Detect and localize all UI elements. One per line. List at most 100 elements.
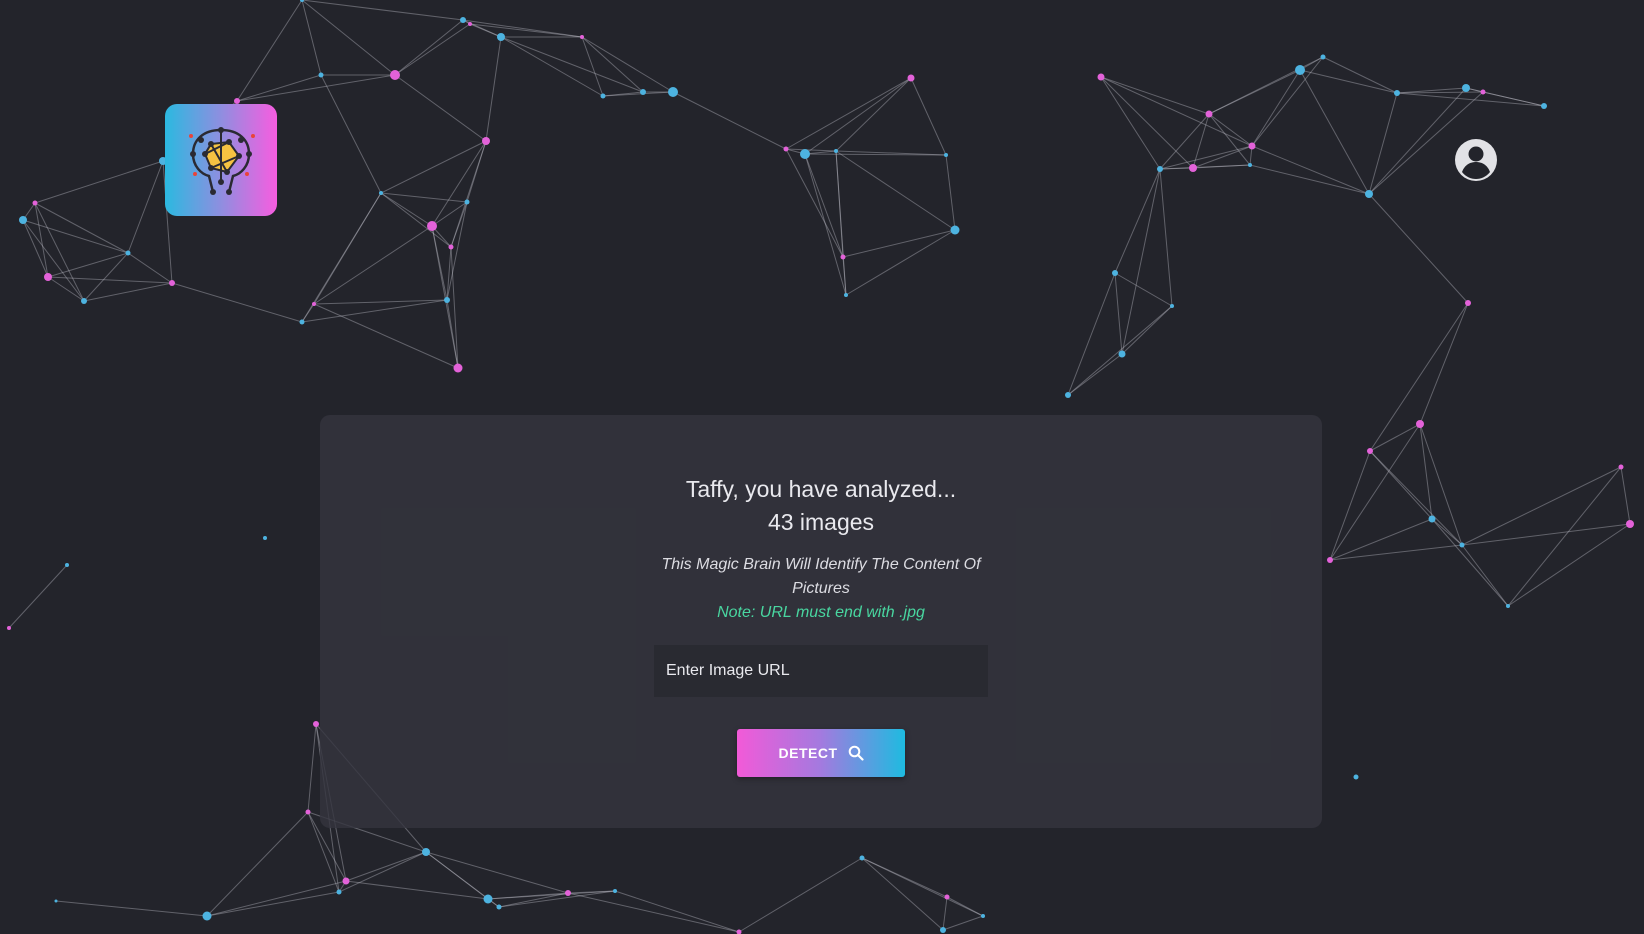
network-edge: [1114, 168, 1161, 274]
user-greeting: Taffy, you have analyzed...: [685, 476, 957, 502]
network-edge: [1299, 69, 1398, 94]
network-node: [1157, 166, 1163, 172]
network-node: [944, 894, 950, 900]
network-node: [1459, 542, 1465, 548]
network-edge: [34, 160, 164, 204]
network-node: [783, 146, 789, 152]
network-edge: [127, 160, 164, 254]
network-edge: [425, 851, 569, 894]
network-edge: [1067, 305, 1173, 396]
network-edge: [1507, 466, 1622, 607]
url-note: Note: URL must end with .jpg: [717, 604, 925, 621]
network-node: [1205, 110, 1213, 118]
network-node: [1295, 65, 1305, 75]
network-node: [202, 911, 212, 921]
network-edge: [301, 0, 464, 21]
search-icon: [848, 745, 864, 761]
network-edge: [394, 19, 464, 76]
network-edge: [307, 723, 317, 813]
network-edge: [431, 140, 487, 227]
network-node: [950, 225, 960, 235]
network-node: [834, 149, 838, 153]
network-edge: [1121, 168, 1161, 355]
network-edge: [1251, 56, 1324, 147]
network-edge: [1369, 302, 1469, 452]
network-edge: [1208, 56, 1324, 115]
network-node: [800, 149, 810, 159]
network-edge: [47, 276, 85, 302]
network-node: [1353, 774, 1359, 780]
network-node: [390, 70, 400, 80]
detect-button-label: DETECT: [778, 745, 838, 761]
network-edge: [500, 36, 644, 93]
network-node: [907, 74, 915, 82]
network-node: [1365, 190, 1373, 198]
network-edge: [206, 880, 347, 917]
network-edge: [301, 0, 322, 76]
network-node: [1541, 103, 1547, 109]
network-edge: [446, 201, 468, 301]
network-edge: [1100, 76, 1194, 169]
network-edge: [738, 857, 863, 933]
network-node: [1248, 142, 1256, 150]
network-node: [940, 927, 946, 933]
network-edge: [1368, 193, 1469, 304]
image-url-input[interactable]: [654, 645, 988, 697]
network-edge: [842, 229, 956, 258]
network-edge: [171, 282, 303, 323]
network-node: [1189, 164, 1197, 172]
network-edge: [1461, 523, 1631, 546]
network-edge: [1482, 91, 1545, 107]
network-node: [1428, 515, 1436, 523]
network-node: [1480, 89, 1486, 95]
detection-panel: Taffy, you have analyzed... 43 images Th…: [320, 415, 1322, 828]
network-node: [944, 153, 948, 157]
network-node: [1618, 464, 1624, 470]
network-node: [844, 293, 848, 297]
network-edge: [942, 915, 984, 931]
network-edge: [581, 36, 674, 93]
network-edge: [1461, 466, 1622, 546]
network-edge: [1159, 113, 1210, 170]
brain-logo: [165, 104, 277, 216]
network-edge: [1322, 56, 1398, 94]
network-node: [981, 914, 985, 918]
network-edge: [785, 148, 844, 258]
network-edge: [1299, 69, 1370, 195]
network-edge: [301, 0, 396, 76]
network-node: [668, 87, 678, 97]
network-edge: [313, 225, 433, 305]
network-edge: [1507, 523, 1631, 607]
network-node: [313, 721, 319, 727]
network-node: [7, 626, 11, 630]
network-node: [444, 297, 450, 303]
network-edge: [804, 77, 912, 155]
profile-avatar-button[interactable]: [1454, 138, 1498, 182]
network-edge: [500, 36, 604, 97]
network-edge: [1192, 164, 1251, 169]
user-account-icon: [1455, 139, 1497, 181]
network-node: [342, 877, 350, 885]
network-node: [1065, 392, 1071, 398]
network-edge: [804, 153, 847, 296]
detect-button[interactable]: DETECT: [737, 729, 905, 777]
network-edge: [34, 202, 49, 278]
network-edge: [835, 150, 847, 296]
network-node: [580, 35, 584, 39]
network-edge: [945, 154, 956, 231]
image-count: 43 images: [767, 509, 875, 535]
network-node: [312, 302, 316, 306]
network-node: [1626, 520, 1634, 528]
network-node: [299, 319, 305, 325]
network-edge: [1100, 76, 1210, 115]
network-edge: [345, 880, 489, 900]
network-node: [497, 33, 505, 41]
network-edge: [1369, 450, 1463, 546]
network-edge: [236, 74, 322, 102]
network-node: [336, 889, 342, 895]
network-edge: [83, 282, 173, 302]
network-node: [565, 890, 571, 896]
network-node: [1248, 163, 1252, 167]
brain-network-icon: [189, 127, 255, 195]
network-node: [379, 191, 383, 195]
